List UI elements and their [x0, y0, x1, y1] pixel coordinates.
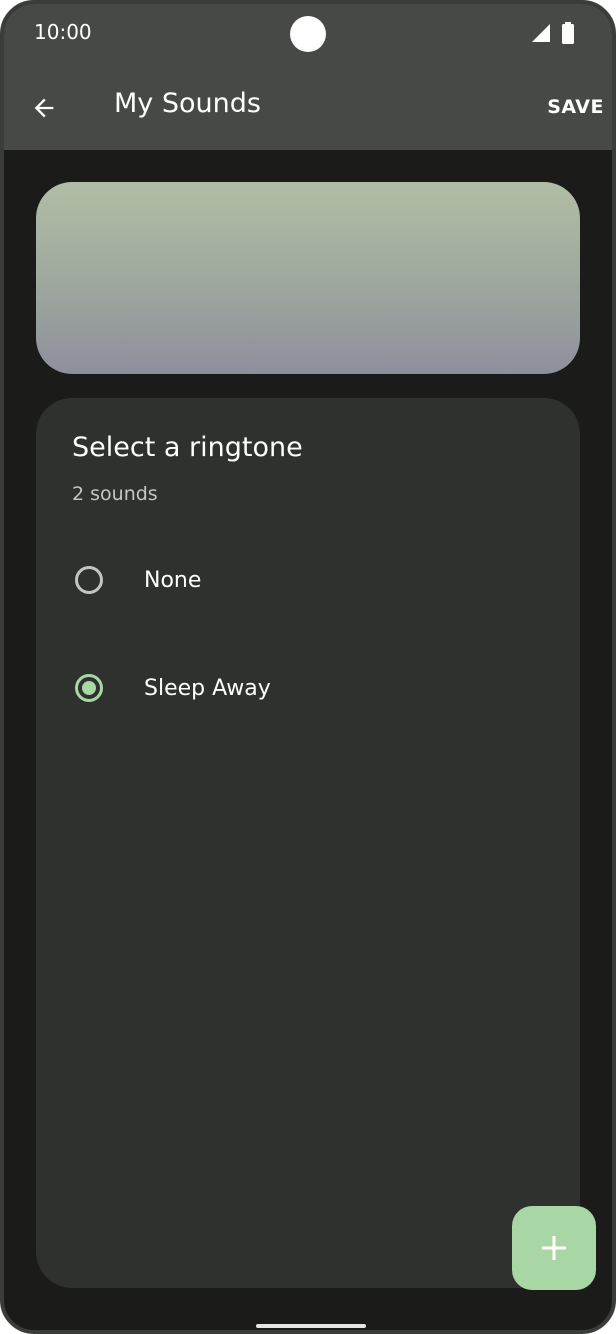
save-button[interactable]: SAVE [547, 96, 604, 118]
status-bar: 10:00 [4, 4, 612, 66]
ringtone-option-none[interactable]: None [36, 540, 580, 620]
radio-unselected-icon[interactable] [74, 565, 104, 595]
app-bar: My Sounds SAVE [4, 66, 612, 150]
ringtone-option-sleep-away[interactable]: Sleep Away [36, 648, 580, 728]
phone-screen: 10:00 My Sounds SAVE Select a ringtone 2… [0, 0, 616, 1334]
ringtone-card: Select a ringtone 2 sounds None Sleep Aw… [36, 398, 580, 1288]
home-indicator[interactable] [256, 1324, 366, 1328]
status-time: 10:00 [34, 20, 92, 44]
add-sound-button[interactable] [512, 1206, 596, 1290]
ringtone-option-label: Sleep Away [144, 676, 271, 701]
radio-selected-icon[interactable] [74, 673, 104, 703]
header-gradient-image [36, 182, 580, 374]
cellular-signal-icon [532, 24, 550, 42]
sound-count: 2 sounds [72, 483, 158, 505]
page-title: My Sounds [114, 88, 261, 119]
plus-icon [542, 1236, 566, 1260]
camera-cutout [290, 16, 326, 52]
card-title: Select a ringtone [72, 432, 303, 463]
back-button[interactable] [26, 90, 62, 126]
ringtone-option-label: None [144, 568, 202, 593]
arrow-left-icon [34, 98, 54, 118]
battery-icon [562, 22, 574, 44]
